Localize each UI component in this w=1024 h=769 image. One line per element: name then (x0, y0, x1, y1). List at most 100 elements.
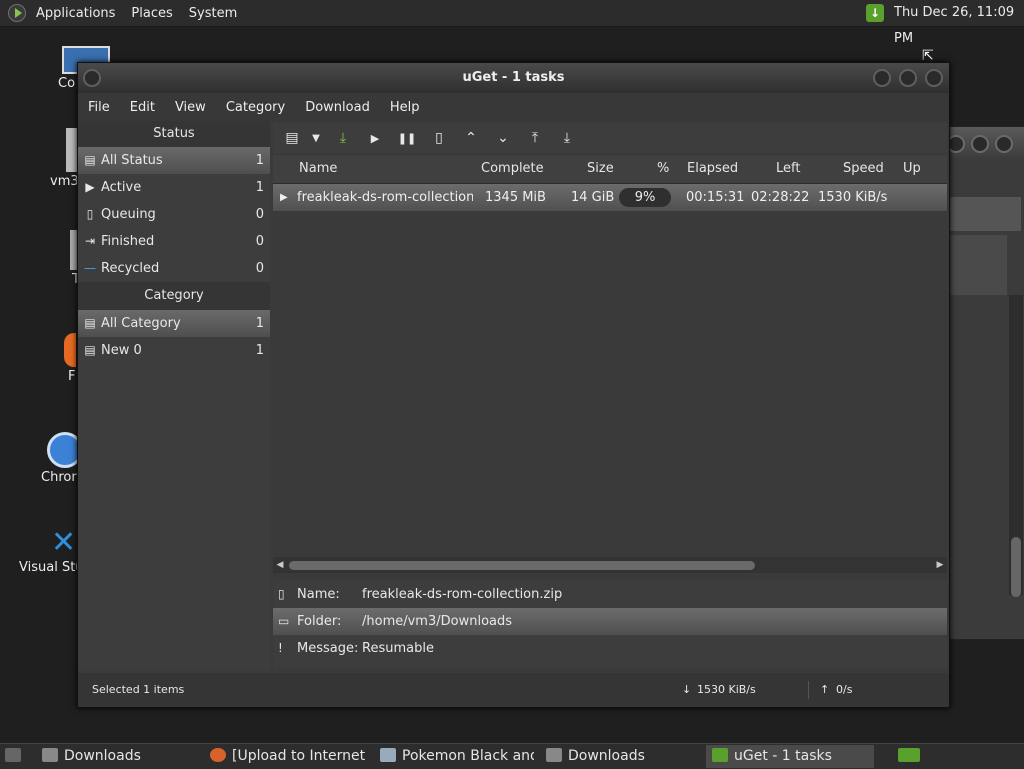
desktop-icon-vscode[interactable]: ✕ Visual Stu (19, 528, 84, 576)
desktop-icon-firefox[interactable]: F (64, 333, 76, 384)
column-size[interactable]: Size (587, 155, 614, 183)
scrollbar-thumb[interactable] (289, 561, 755, 570)
workspace-icon (898, 748, 920, 762)
column-elapsed[interactable]: Elapsed (687, 155, 738, 183)
category-icon: ▤ (84, 316, 96, 330)
bg-scrollbar-thumb[interactable] (1011, 537, 1021, 597)
sidebar-item-queuing[interactable]: ▯ Queuing 0 (78, 201, 270, 228)
horizontal-scrollbar[interactable]: ◀ ▶ (273, 557, 947, 573)
background-window[interactable] (946, 126, 1024, 640)
all-status-icon: ▤ (84, 153, 96, 167)
desktop-icon-label: Co (58, 76, 76, 91)
sidebar: Status ▤ All Status 1 ▶ Active 1 ▯ Queui… (78, 121, 270, 671)
clock[interactable]: Thu Dec 26, 11:09 PM (894, 0, 1024, 46)
info-icon: ! (278, 641, 283, 655)
uget-tray-icon[interactable]: ↓ (866, 4, 884, 22)
minimize-button[interactable] (873, 69, 891, 87)
search-icon (380, 748, 396, 762)
window-titlebar[interactable]: uGet - 1 tasks (78, 63, 949, 93)
table-row[interactable]: ▶ freakleak-ds-rom-collection. 1345 MiB … (273, 184, 947, 211)
minus-icon: — (84, 261, 96, 275)
move-up-icon[interactable]: ⌃ (455, 123, 487, 153)
new-download-icon[interactable]: ▤ (279, 123, 305, 153)
menu-file[interactable]: File (78, 100, 120, 115)
sidebar-item-count: 1 (255, 153, 264, 168)
detail-folder-value: /home/vm3/Downloads (362, 614, 513, 629)
scroll-right-arrow-icon[interactable]: ▶ (933, 557, 947, 573)
column-speed[interactable]: Speed (843, 155, 884, 183)
desktop-icon-label: F (68, 369, 76, 384)
sidebar-item-all-status[interactable]: ▤ All Status 1 (78, 147, 270, 174)
top-panel: Applications Places System ↓ Thu Dec 26,… (0, 0, 1024, 46)
workspace-switcher[interactable] (892, 745, 926, 768)
taskbar-item-label: Downloads (568, 748, 645, 764)
menu-view[interactable]: View (165, 100, 216, 115)
close-button[interactable] (925, 69, 943, 87)
start-icon[interactable]: ▶ (359, 123, 391, 153)
properties-icon[interactable]: ▯ (423, 123, 455, 153)
move-bottom-icon[interactable]: ⤓ (551, 123, 583, 153)
folder-icon (42, 748, 58, 762)
category-icon: ▤ (84, 343, 96, 357)
detail-message-row: ! Message: Resumable (273, 635, 947, 662)
detail-pane: ▯ Name: freakleak-ds-rom-collection.zip … (273, 581, 947, 669)
column-complete[interactable]: Complete (481, 155, 544, 183)
menu-applications[interactable]: Applications (28, 6, 123, 21)
sidebar-item-active[interactable]: ▶ Active 1 (78, 174, 270, 201)
bg-maximize-button[interactable] (971, 135, 989, 153)
menu-system[interactable]: System (181, 6, 245, 21)
taskbar-item-uget[interactable]: uGet - 1 tasks (706, 745, 874, 768)
window-menu-button[interactable] (83, 69, 101, 87)
move-down-icon[interactable]: ⌄ (487, 123, 519, 153)
sidebar-item-finished[interactable]: ⇥ Finished 0 (78, 228, 270, 255)
taskbar-item-label: Downloads (64, 748, 141, 764)
menu-edit[interactable]: Edit (120, 100, 165, 115)
window-title: uGet - 1 tasks (462, 70, 565, 85)
move-top-icon[interactable]: ⤒ (519, 123, 551, 153)
detail-message-label: Message: (297, 641, 359, 656)
firefox-icon (64, 333, 76, 367)
sidebar-item-label: Finished (101, 234, 155, 249)
maximize-button[interactable] (899, 69, 917, 87)
detail-folder-row[interactable]: ▭ Folder: /home/vm3/Downloads (273, 608, 947, 635)
taskbar-item-upload[interactable]: [Upload to Internet ... (204, 745, 370, 768)
download-speed: 1530 KiB/s (697, 683, 756, 696)
scroll-left-arrow-icon[interactable]: ◀ (273, 557, 287, 573)
taskbar-item-label: Pokemon Black and... (402, 748, 534, 764)
sidebar-item-recycled[interactable]: — Recycled 0 (78, 255, 270, 282)
folder-icon (546, 748, 562, 762)
sidebar-item-new-0[interactable]: ▤ New 0 1 (78, 337, 270, 364)
sidebar-item-count: 0 (255, 234, 264, 249)
taskbar-item-label: uGet - 1 tasks (734, 748, 832, 764)
column-left[interactable]: Left (776, 155, 800, 183)
menubar: File Edit View Category Download Help (78, 93, 949, 121)
bg-close-button[interactable] (995, 135, 1013, 153)
toolbar: ▤ ▼ ⤓ ▶ ❚❚ ▯ ⌃ ⌄ ⤒ ⤓ (273, 123, 947, 153)
taskbar-item-pokemon[interactable]: Pokemon Black and... (374, 745, 534, 768)
show-desktop-button[interactable] (2, 745, 24, 768)
menu-download[interactable]: Download (295, 100, 380, 115)
column-up-speed[interactable]: Up Spe (903, 155, 947, 204)
batch-download-icon[interactable]: ⤓ (327, 123, 359, 153)
file-icon: ▯ (278, 587, 285, 601)
detail-folder-label: Folder: (297, 614, 342, 629)
desktop-icon-label: Visual Stu (19, 560, 84, 575)
dropdown-icon[interactable]: ▼ (305, 123, 327, 153)
bg-panel (947, 197, 1021, 231)
task-complete: 1345 MiB (485, 190, 546, 205)
pause-icon[interactable]: ❚❚ (391, 123, 423, 153)
expand-arrow-icon[interactable]: ▶ (280, 184, 288, 211)
column-name[interactable]: Name (299, 155, 337, 183)
menu-places[interactable]: Places (123, 6, 180, 21)
desktop-icon (5, 748, 21, 762)
taskbar-item-downloads-2[interactable]: Downloads (540, 745, 700, 768)
sidebar-item-all-category[interactable]: ▤ All Category 1 (78, 310, 270, 337)
upload-speed: 0/s (836, 683, 853, 696)
uget-window: uGet - 1 tasks File Edit View Category D… (77, 62, 950, 708)
menu-help[interactable]: Help (380, 100, 430, 115)
uget-icon (712, 748, 728, 762)
distro-logo-icon[interactable] (8, 4, 26, 22)
column-percent[interactable]: % (657, 155, 669, 183)
taskbar-item-downloads[interactable]: Downloads (36, 745, 196, 768)
menu-category[interactable]: Category (216, 100, 295, 115)
